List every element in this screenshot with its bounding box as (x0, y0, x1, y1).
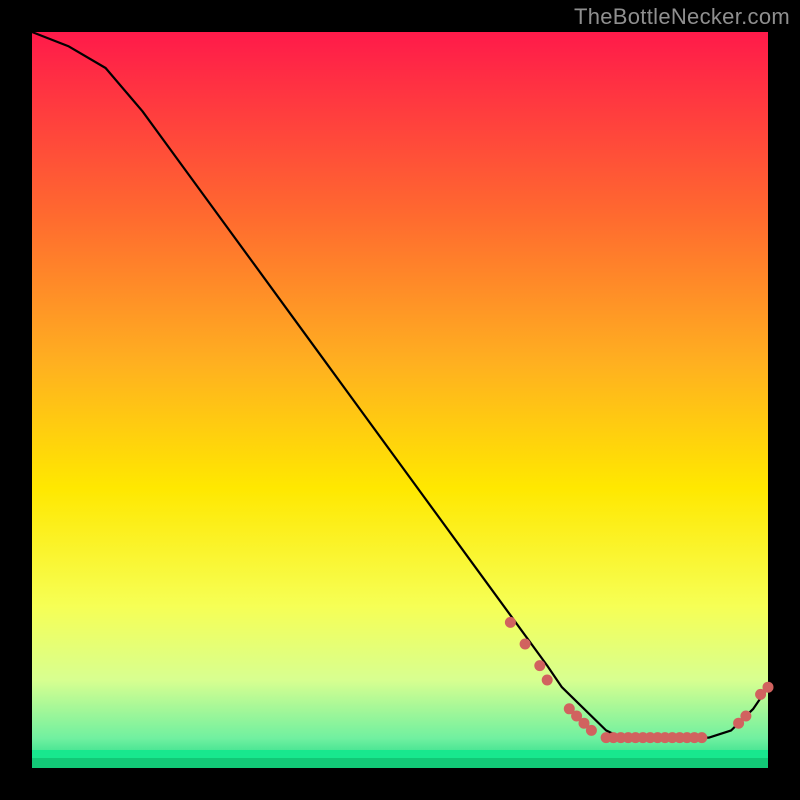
data-point (505, 617, 516, 628)
data-point (534, 660, 545, 671)
data-point (542, 675, 553, 686)
data-point (763, 682, 774, 693)
data-point (696, 732, 707, 743)
data-point (586, 725, 597, 736)
bottleneck-chart (0, 0, 800, 800)
chart-container: { "watermark": "TheBottleNecker.com", "p… (0, 0, 800, 800)
watermark-text: TheBottleNecker.com (574, 4, 790, 30)
data-point (740, 711, 751, 722)
data-point (520, 639, 531, 650)
